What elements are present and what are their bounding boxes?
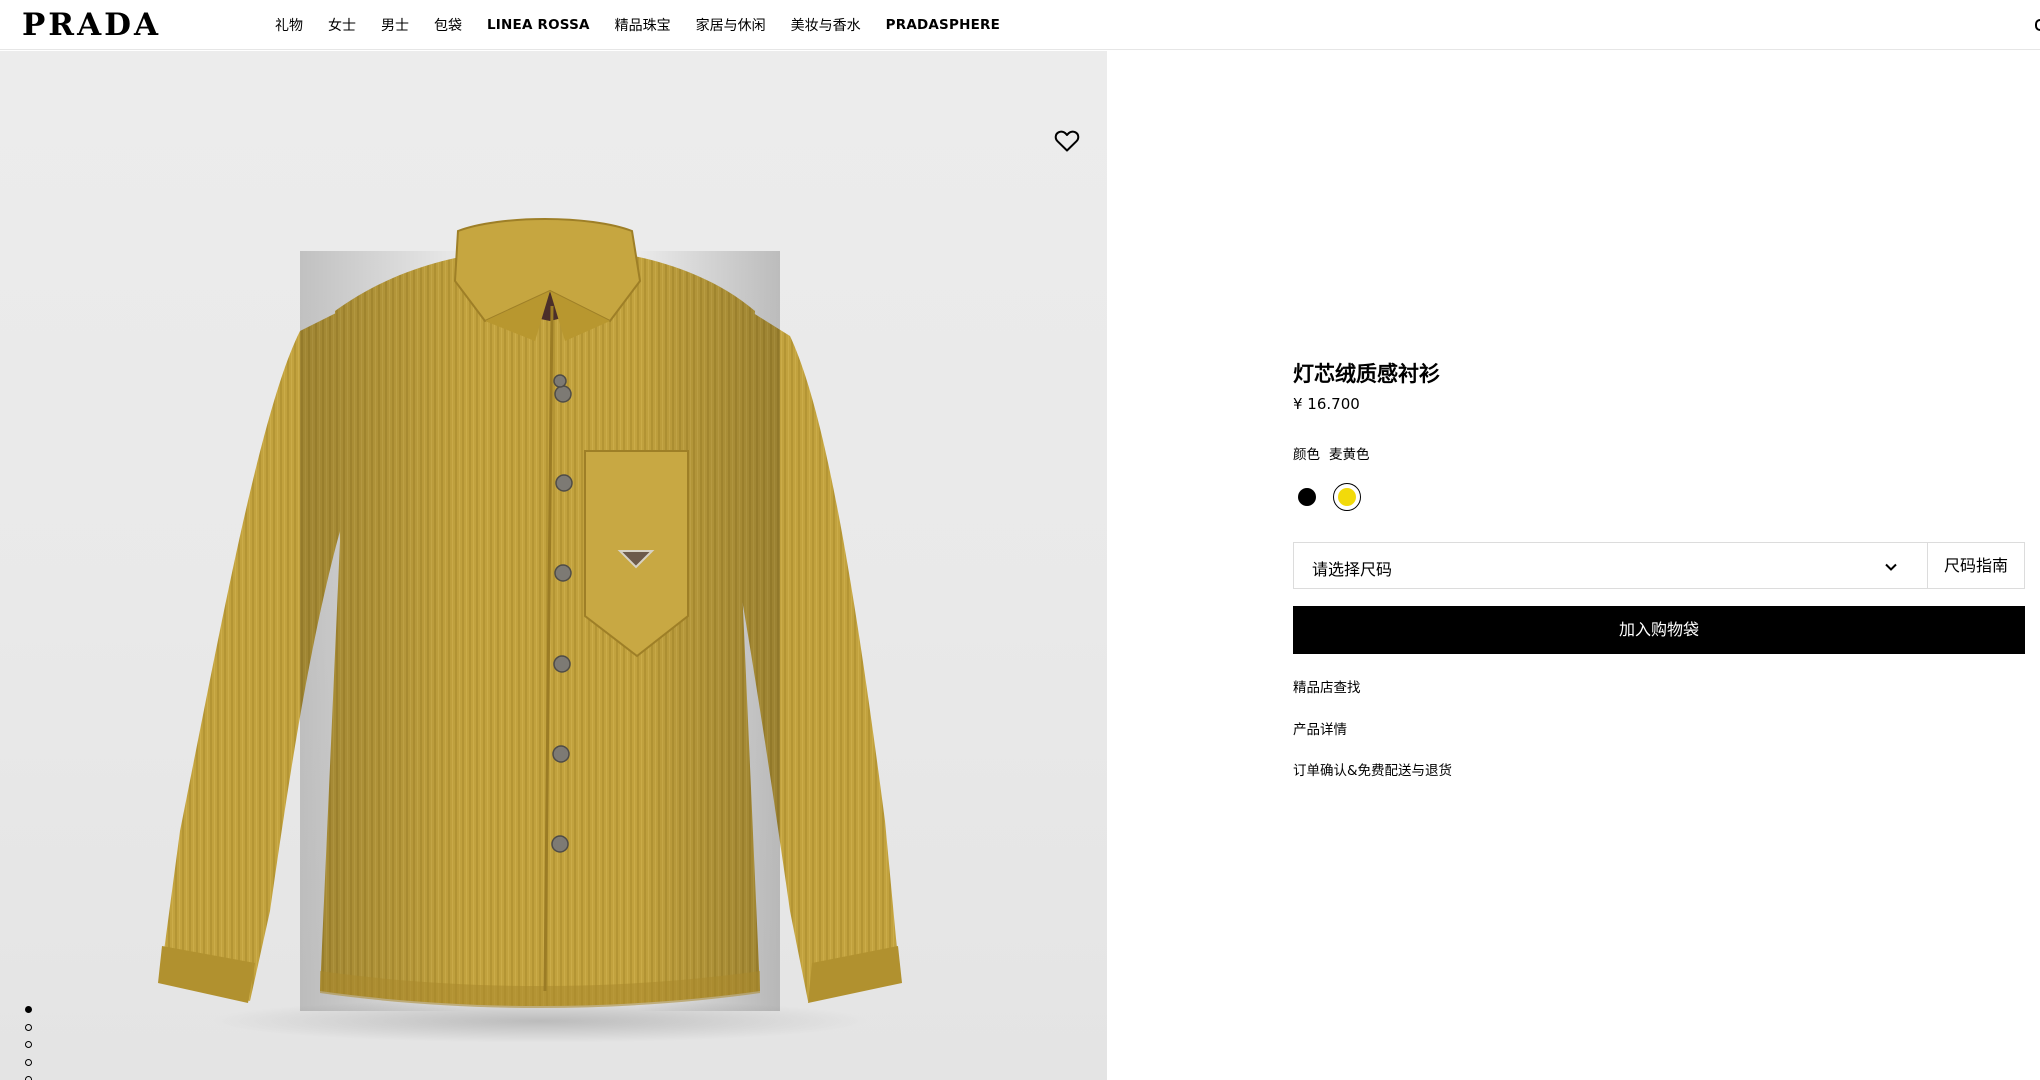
color-swatch-black[interactable]: [1293, 483, 1321, 511]
gallery-pagination: [25, 1006, 35, 1080]
site-header: PRADA 礼物 女士 男士 包袋 LINEA ROSSA 精品珠宝 家居与休闲…: [0, 0, 2040, 50]
gallery-dot[interactable]: [25, 1058, 32, 1066]
nav-item-linea-rossa[interactable]: LINEA ROSSA: [487, 17, 590, 33]
swatch-fill: [1298, 488, 1316, 506]
nav-item-home-leisure[interactable]: 家居与休闲: [696, 15, 766, 35]
size-select-placeholder: 请选择尺码: [1312, 560, 1393, 579]
product-image: [158, 218, 902, 1043]
color-label-row: 颜色 麦黄色: [1293, 443, 1379, 463]
nav-item-pradasphere[interactable]: PRADASPHERE: [886, 17, 1000, 33]
size-guide-button[interactable]: 尺码指南: [1927, 542, 2025, 589]
gallery-dot[interactable]: [25, 1006, 32, 1013]
nav-item-women[interactable]: 女士: [328, 15, 356, 35]
product-details-link[interactable]: 产品详情: [1293, 718, 1347, 738]
color-label: 颜色: [1293, 447, 1320, 463]
color-value: 麦黄色: [1329, 447, 1370, 463]
chevron-down-icon: [1885, 563, 1897, 571]
add-to-bag-button[interactable]: 加入购物袋: [1293, 606, 2025, 654]
main-nav: 礼物 女士 男士 包袋 LINEA ROSSA 精品珠宝 家居与休闲 美妆与香水…: [275, 0, 1025, 50]
nav-item-bags[interactable]: 包袋: [434, 15, 462, 35]
prada-logo[interactable]: PRADA: [22, 9, 161, 41]
shipping-returns-link[interactable]: 订单确认&免费配送与退货: [1293, 759, 1452, 779]
product-gallery[interactable]: [0, 51, 1107, 1080]
gallery-dot[interactable]: [25, 1041, 32, 1048]
heart-outline-icon[interactable]: [1054, 129, 1080, 153]
nav-item-fine-jewelry[interactable]: 精品珠宝: [615, 15, 671, 35]
gallery-dot[interactable]: [25, 1076, 32, 1080]
nav-item-men[interactable]: 男士: [381, 15, 409, 35]
store-locator-link[interactable]: 精品店查找: [1293, 676, 1361, 696]
size-select[interactable]: 请选择尺码: [1293, 542, 1928, 589]
swatch-fill: [1337, 487, 1356, 506]
nav-item-gifts[interactable]: 礼物: [275, 15, 303, 35]
gallery-dot[interactable]: [25, 1023, 32, 1031]
nav-item-beauty-fragrance[interactable]: 美妆与香水: [791, 15, 861, 35]
color-swatch-yellow[interactable]: [1333, 483, 1361, 511]
product-title: 灯芯绒质感衬衫: [1293, 362, 1440, 386]
search-icon[interactable]: [2035, 19, 2040, 31]
product-price: ¥ 16.700: [1293, 395, 1360, 413]
